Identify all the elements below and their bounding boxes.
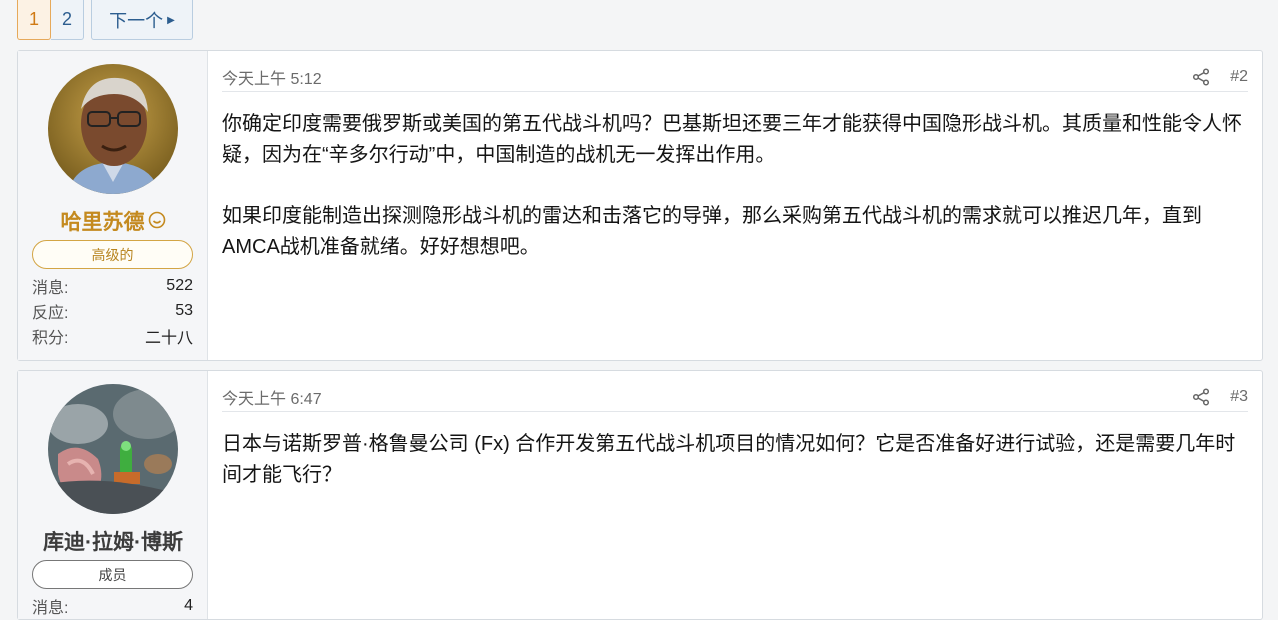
post-header: 今天上午 6:47 #3 <box>222 383 1248 412</box>
post-body: 日本与诺斯罗普·格鲁曼公司 (Fx) 合作开发第五代战斗机项目的情况如何？它是否… <box>222 429 1252 521</box>
post-user-cell: 库迪·拉姆·博斯 成员 消息: 4 <box>18 371 208 619</box>
stat-label: 消息: <box>32 599 69 617</box>
post-paragraph: 如果印度能制造出探测隐形战斗机的雷达和击落它的导弹，那么采购第五代战斗机的需求就… <box>222 205 1202 258</box>
pagination: 1 2 下一个 ▶ <box>17 0 199 40</box>
post-number-link[interactable]: #3 <box>1230 388 1248 406</box>
share-icon[interactable] <box>1192 388 1210 406</box>
stat-row: 反应: 53 <box>32 298 193 323</box>
share-icon[interactable] <box>1192 68 1210 86</box>
next-page-label: 下一个 <box>109 10 164 31</box>
post: 库迪·拉姆·博斯 成员 消息: 4 今天上午 6:47 #3 日本与诺斯罗普·格… <box>17 370 1263 620</box>
stat-value[interactable]: 4 <box>184 597 193 615</box>
next-page-button[interactable]: 下一个 ▶ <box>91 0 193 40</box>
author-name[interactable]: 哈里苏德 <box>18 206 208 236</box>
stat-value: 二十八 <box>144 329 193 347</box>
post-main: 今天上午 5:12 #2 你确定印度需要俄罗斯或美国的第五代战斗机吗？巴基斯坦还… <box>208 51 1262 360</box>
stat-label: 积分: <box>32 329 69 347</box>
post-user-cell: 哈里苏德 高级的 消息: 522 反应: 53 积分: 二十八 <box>18 51 208 360</box>
user-title-badge: 高级的 <box>32 240 193 269</box>
post-actions: #2 <box>1192 68 1248 86</box>
post-header: 今天上午 5:12 #2 <box>222 63 1248 92</box>
post-paragraph: 你确定印度需要俄罗斯或美国的第五代战斗机吗？巴基斯坦还要三年才能获得中国隐形战斗… <box>222 113 1242 166</box>
avatar[interactable] <box>48 64 178 194</box>
stat-row: 消息: 4 <box>32 593 193 618</box>
verified-smile-icon <box>148 211 166 235</box>
author-name[interactable]: 库迪·拉姆·博斯 <box>18 526 208 556</box>
post-paragraph: 日本与诺斯罗普·格鲁曼公司 (Fx) 合作开发第五代战斗机项目的情况如何？它是否… <box>222 433 1236 486</box>
caret-right-icon: ▶ <box>167 15 175 26</box>
post-number-link[interactable]: #2 <box>1230 68 1248 86</box>
post: 哈里苏德 高级的 消息: 522 反应: 53 积分: 二十八 今天上午 5:1… <box>17 50 1263 361</box>
author-name-text: 哈里苏德 <box>60 211 145 234</box>
user-stats: 消息: 4 <box>32 593 193 618</box>
user-stats: 消息: 522 反应: 53 积分: 二十八 <box>32 273 193 348</box>
stat-row: 积分: 二十八 <box>32 323 193 348</box>
post-timestamp[interactable]: 今天上午 5:12 <box>222 65 322 89</box>
post-body: 你确定印度需要俄罗斯或美国的第五代战斗机吗？巴基斯坦还要三年才能获得中国隐形战斗… <box>222 109 1252 293</box>
stat-value[interactable]: 522 <box>166 277 193 295</box>
page-2-button[interactable]: 2 <box>51 0 84 40</box>
avatar[interactable] <box>48 384 178 514</box>
post-timestamp[interactable]: 今天上午 6:47 <box>222 385 322 409</box>
user-title-badge: 成员 <box>32 560 193 589</box>
page-1-button[interactable]: 1 <box>17 0 51 40</box>
stat-row: 消息: 522 <box>32 273 193 298</box>
post-actions: #3 <box>1192 388 1248 406</box>
stat-label: 消息: <box>32 279 69 297</box>
stat-value: 53 <box>175 301 193 319</box>
stat-label: 反应: <box>32 304 69 322</box>
post-main: 今天上午 6:47 #3 日本与诺斯罗普·格鲁曼公司 (Fx) 合作开发第五代战… <box>208 371 1262 619</box>
